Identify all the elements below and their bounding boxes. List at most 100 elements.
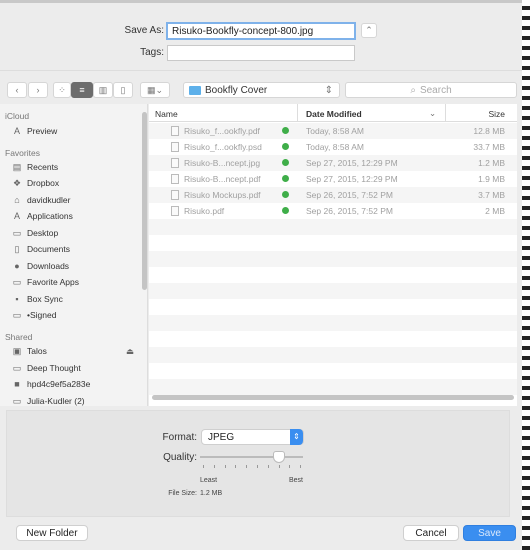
- sidebar-item-hpd[interactable]: ■ hpd4c9ef5a283e: [12, 377, 90, 391]
- grid-icon: ⁘: [58, 84, 66, 95]
- cancel-button[interactable]: Cancel: [403, 525, 459, 541]
- sidebar-item-label: Dropbox: [27, 178, 60, 188]
- list-header: Name Date Modified ⌄ Size: [149, 104, 517, 122]
- slider-track: [200, 456, 303, 458]
- sidebar-item-applications[interactable]: A Applications: [12, 209, 73, 223]
- sidebar-item-signed[interactable]: ▭ •Signed: [12, 308, 57, 322]
- sidebar-item-home[interactable]: ⌂ davidkudler: [12, 193, 70, 207]
- slider-tick: [289, 465, 291, 468]
- sidebar-item-label: Documents: [27, 244, 70, 254]
- list-icon: ≡: [79, 85, 85, 95]
- slider-ticks: [200, 465, 303, 469]
- save-as-label: Save As:: [124, 25, 164, 36]
- display-icon: ▭: [12, 395, 22, 406]
- updown-icon: ⇕: [324, 84, 333, 96]
- downloads-icon: ●: [14, 260, 20, 271]
- save-button[interactable]: Save: [463, 525, 516, 541]
- sidebar-item-dropbox[interactable]: ❖ Dropbox: [12, 176, 59, 190]
- slider-knob[interactable]: [273, 451, 286, 463]
- sidebar-item-label: Preview: [27, 126, 58, 136]
- table-row[interactable]: Risuko Mockups.pdf Sep 26, 2015, 7:52 PM…: [149, 187, 517, 203]
- folder-icon: [189, 85, 201, 95]
- background-window-edge: [522, 0, 530, 550]
- sidebar-item-deep-thought[interactable]: ▭ Deep Thought: [12, 361, 81, 375]
- file-date: Today, 8:58 AM: [306, 126, 364, 136]
- column-size[interactable]: Size: [488, 109, 505, 119]
- display-icon: ▭: [12, 362, 22, 373]
- sidebar-item-label: Box Sync: [27, 294, 63, 304]
- slider-tick: [213, 465, 215, 468]
- list-view-button[interactable]: ≡: [71, 82, 93, 98]
- sidebar-item-label: •Signed: [27, 310, 57, 320]
- table-row[interactable]: Risuko_f...ookfly.psd Today, 8:58 AM 33.…: [149, 139, 517, 155]
- file-name: Risuko-B...ncept.pdf: [184, 174, 261, 184]
- least-label: Least: [200, 477, 218, 484]
- sidebar-item-documents[interactable]: ▯ Documents: [12, 242, 70, 256]
- sidebar-item-julia-kudler[interactable]: ▭ Julia-Kudler (2): [12, 394, 85, 406]
- sidebar-item-downloads[interactable]: ● Downloads: [12, 259, 69, 273]
- search-icon: ⌕: [410, 84, 416, 96]
- sidebar-scrollbar[interactable]: [142, 112, 147, 290]
- sidebar-item-box-sync[interactable]: ▪ Box Sync: [12, 292, 63, 306]
- column-date-modified[interactable]: Date Modified: [306, 109, 362, 119]
- column-name[interactable]: Name: [155, 109, 178, 119]
- location-popup[interactable]: Bookfly Cover ⇕: [183, 82, 340, 98]
- computer-icon: ■: [14, 378, 20, 389]
- file-name: Risuko Mockups.pdf: [184, 190, 261, 200]
- sidebar-item-label: Julia-Kudler (2): [27, 396, 85, 406]
- format-value: JPEG: [208, 431, 235, 443]
- save-as-input[interactable]: Risuko-Bookfly-concept-800.jpg: [166, 22, 356, 40]
- file-date: Today, 8:58 AM: [306, 142, 364, 152]
- synced-check-icon: [282, 175, 289, 182]
- file-size: 1.9 MB: [478, 174, 505, 184]
- icon-view-button[interactable]: ⁘: [53, 82, 71, 98]
- sidebar-item-label: davidkudler: [27, 195, 71, 205]
- slider-tick: [278, 465, 280, 468]
- window-edge: [0, 0, 522, 3]
- file-icon: [171, 174, 179, 184]
- tags-input[interactable]: [167, 45, 355, 61]
- save-dialog: Save As: Risuko-Bookfly-concept-800.jpg …: [0, 0, 522, 550]
- quality-label: Quality:: [163, 452, 197, 463]
- table-row[interactable]: Risuko_f...ookfly.pdf Today, 8:58 AM 12.…: [149, 123, 517, 139]
- arrange-button[interactable]: ▦⌄: [140, 82, 170, 98]
- tags-label: Tags:: [140, 47, 164, 58]
- table-row[interactable]: Risuko.pdf Sep 26, 2015, 7:52 PM 2 MB: [149, 203, 517, 219]
- slider-tick: [246, 465, 248, 468]
- box-icon: ▪: [15, 293, 19, 304]
- sidebar-item-talos[interactable]: ▣ Talos ⏏: [12, 344, 134, 358]
- applications-icon: A: [13, 210, 20, 221]
- best-label: Best: [289, 477, 304, 484]
- search-field[interactable]: ⌕ Search: [345, 82, 517, 98]
- forward-button[interactable]: ›: [28, 82, 48, 98]
- expand-button[interactable]: ⌃: [361, 23, 377, 38]
- eject-icon[interactable]: ⏏: [126, 346, 134, 357]
- slider-tick: [224, 465, 226, 468]
- sidebar-item-desktop[interactable]: ▭ Desktop: [12, 226, 58, 240]
- slider-tick: [203, 465, 204, 468]
- rows: Risuko_f...ookfly.pdf Today, 8:58 AM 12.…: [149, 123, 517, 406]
- column-view-button[interactable]: ▥: [93, 82, 113, 98]
- documents-icon: ▯: [14, 243, 20, 254]
- columns-icon: ▥: [98, 84, 108, 95]
- format-popup[interactable]: JPEG ⇕: [201, 429, 304, 445]
- horizontal-scrollbar[interactable]: [152, 395, 514, 400]
- cover-flow-icon: ▯: [120, 84, 126, 95]
- synced-check-icon: [282, 159, 289, 166]
- quality-slider[interactable]: [200, 451, 303, 471]
- sidebar-item-recents[interactable]: ▤ Recents: [12, 160, 58, 174]
- sidebar-item-preview[interactable]: A Preview: [12, 124, 57, 138]
- new-folder-button[interactable]: New Folder: [16, 525, 88, 541]
- sidebar-item-favorite-apps[interactable]: ▭ Favorite Apps: [12, 275, 79, 289]
- file-name: Risuko-B...ncept.jpg: [184, 158, 261, 168]
- cover-flow-button[interactable]: ▯: [113, 82, 133, 98]
- back-button[interactable]: ‹: [7, 82, 27, 98]
- file-name: Risuko_f...ookfly.pdf: [184, 126, 260, 136]
- table-row[interactable]: Risuko-B...ncept.jpg Sep 27, 2015, 12:29…: [149, 155, 517, 171]
- server-icon: ▣: [12, 345, 22, 356]
- file-size: 3.7 MB: [478, 190, 505, 200]
- file-date: Sep 26, 2015, 7:52 PM: [306, 206, 393, 216]
- slider-tick: [267, 465, 269, 468]
- table-row[interactable]: Risuko-B...ncept.pdf Sep 27, 2015, 12:29…: [149, 171, 517, 187]
- chevron-left-icon: ‹: [15, 85, 19, 95]
